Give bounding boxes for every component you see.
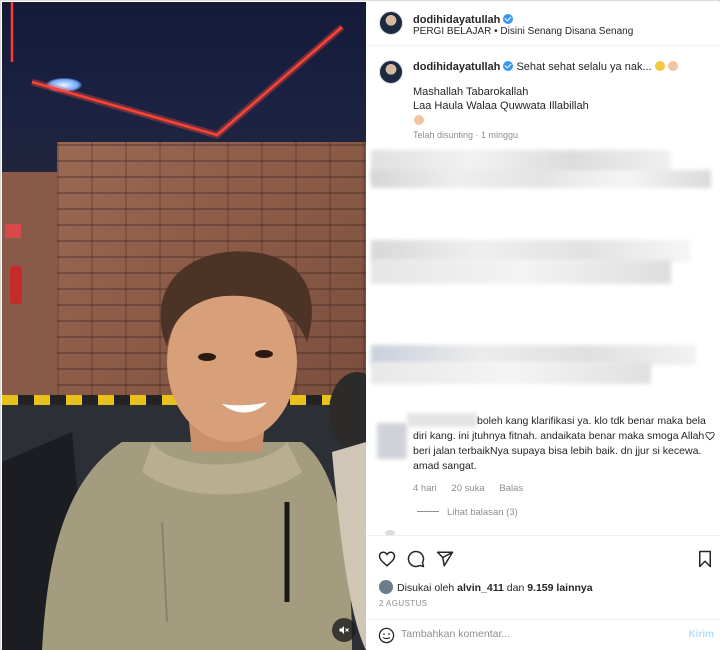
post-details-panel: dodihidayatullah PERGI BELAJAR • Disini … <box>367 2 720 650</box>
comment-line-2: diri kang. ini jtuhnya fitnah. andaikata… <box>413 430 705 442</box>
likes-prefix: Disukai oleh <box>397 582 458 594</box>
caption-username[interactable]: dodihidayatullah <box>413 61 500 73</box>
person-selfie <box>2 251 366 650</box>
post-modal: dodihidayatullah PERGI BELAJAR • Disini … <box>0 0 720 650</box>
post-header: dodihidayatullah PERGI BELAJAR • Disini … <box>367 2 720 46</box>
post-video[interactable] <box>2 2 366 650</box>
post-location[interactable]: PERGI BELAJAR • Disini Senang Disana Sen… <box>413 26 633 37</box>
comment-line-4: amad sangat. <box>413 460 477 472</box>
likes-count[interactable]: 9.159 lainnya <box>527 582 592 594</box>
view-replies-label[interactable]: Lihat balasan (3) <box>447 507 518 518</box>
verified-badge-icon <box>503 14 514 24</box>
mute-button[interactable] <box>332 618 356 642</box>
post-comment-button[interactable]: Kirim <box>688 629 714 640</box>
comment-meta: 4 hari 20 suka Balas <box>413 483 523 494</box>
comment-input[interactable] <box>401 628 661 640</box>
replies-divider <box>417 511 439 512</box>
verified-badge-icon <box>503 61 514 71</box>
bookmark-icon[interactable] <box>697 550 713 568</box>
caption-line-1: Sehat sehat selalu ya nak... <box>516 61 652 73</box>
caption: dodihidayatullah Sehat sehat selalu ya n… <box>413 60 713 74</box>
caption-line-3: Laa Haula Walaa Quwwata Illabillah <box>413 100 589 112</box>
comment-likes[interactable]: 20 suka <box>451 483 484 494</box>
praying-hands-emoji-icon <box>667 61 678 71</box>
comment-reply-button[interactable]: Balas <box>499 483 523 494</box>
comment-icon[interactable] <box>407 550 425 568</box>
author-username[interactable]: dodihidayatullah <box>413 14 500 26</box>
action-bar <box>367 535 720 585</box>
comment-line-3: beri jalan terbaikNya supaya bisa lebih … <box>413 445 702 457</box>
smiley-icon[interactable] <box>378 627 395 644</box>
caption-avatar[interactable] <box>379 60 403 84</box>
praying-hands-emoji-icon <box>414 115 424 125</box>
comment-time: 4 hari <box>413 483 437 494</box>
share-icon[interactable] <box>436 550 454 568</box>
likes-mid: dan <box>503 582 528 594</box>
view-replies[interactable]: Lihat balasan (3) <box>417 507 518 518</box>
comment-like-heart-icon[interactable] <box>705 431 715 441</box>
mute-icon <box>339 626 349 634</box>
add-comment-bar: Kirim <box>367 619 720 650</box>
author-avatar[interactable] <box>379 11 403 35</box>
liker-avatar[interactable] <box>379 580 393 594</box>
caption-edited-time: Telah disunting · 1 minggu <box>413 130 519 140</box>
heart-icon[interactable] <box>378 550 396 568</box>
post-date[interactable]: 2 AGUSTUS <box>379 599 428 608</box>
likes-summary: Disukai oleh alvin_411 dan 9.159 lainnya <box>379 580 593 594</box>
smiling-emoji-icon <box>654 61 665 71</box>
likes-user[interactable]: alvin_411 <box>457 582 504 594</box>
caption-line-2: Mashallah Tabarokallah <box>413 86 529 98</box>
comment-line-1: boleh kang klarifikasi ya. klo tdk benar… <box>477 415 706 427</box>
